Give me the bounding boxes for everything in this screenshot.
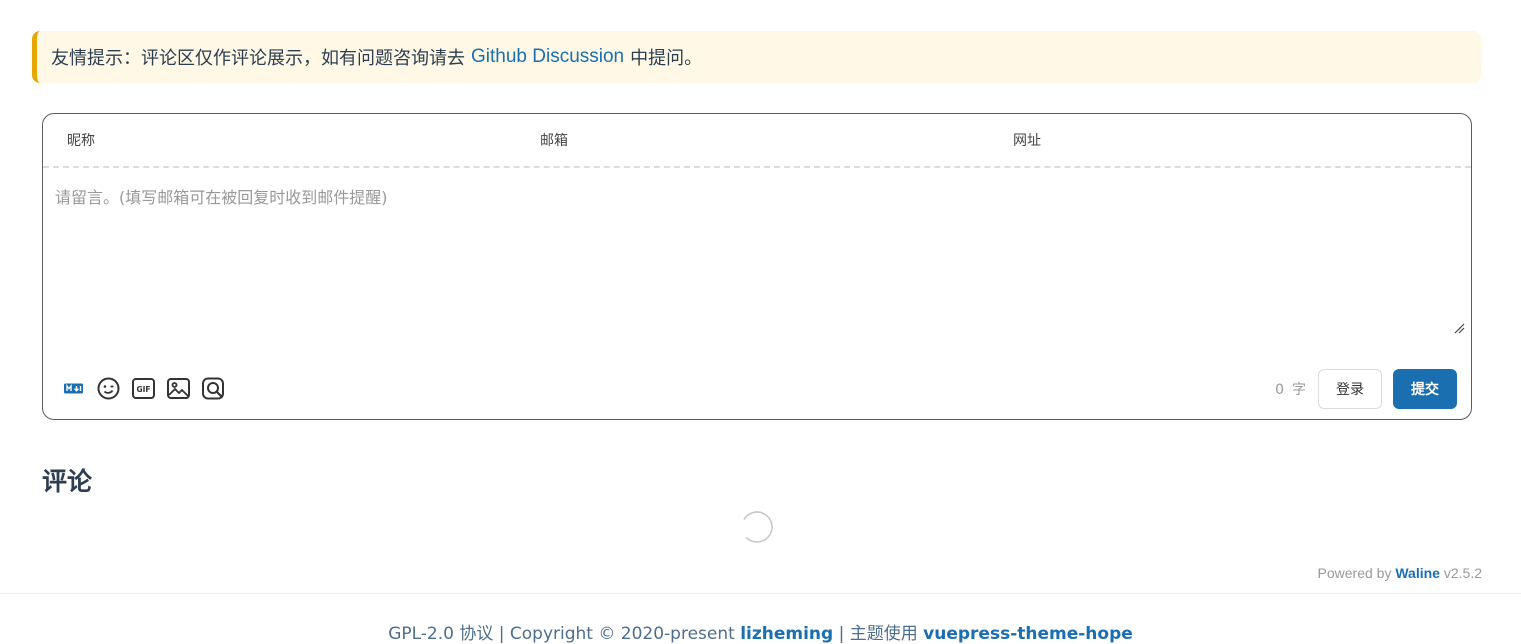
word-count-unit: 字 [1292,382,1306,398]
svg-text:GIF: GIF [136,385,150,394]
footer-theme-prefix: | 主题使用 [838,624,918,644]
powered-by: Powered by Waline v2.5.2 [1318,565,1482,581]
comments-title: 评论 [42,467,93,496]
word-count-value: 0 [1275,382,1284,398]
comment-form: 昵称 邮箱 网址 请留言。(填写邮箱可在被回复时收到邮件提醒) GIF 0 字 … [42,113,1472,420]
nick-label: 昵称 [67,133,95,149]
resize-handle-icon[interactable] [1453,322,1465,334]
gif-icon[interactable]: GIF [131,376,156,401]
footer-divider [0,593,1521,594]
waline-link[interactable]: Waline [1395,565,1440,581]
link-field[interactable]: 网址 [989,114,1462,166]
editor-toolbar: GIF [61,376,226,401]
page-footer: GPL-2.0 协议 | Copyright © 2020-present li… [0,619,1521,644]
author-link[interactable]: lizheming [740,624,833,644]
notice-suffix: 中提问。 [630,48,703,69]
github-discussion-link[interactable]: Github Discussion [471,46,624,68]
image-icon[interactable] [166,376,191,401]
powered-prefix: Powered by [1317,565,1392,581]
comment-form-header: 昵称 邮箱 网址 [43,114,1471,168]
preview-icon[interactable] [201,376,226,401]
theme-link[interactable]: vuepress-theme-hope [923,624,1133,644]
waline-version: v2.5.2 [1443,565,1482,581]
comment-editor[interactable]: 请留言。(填写邮箱可在被回复时收到邮件提醒) [55,184,388,208]
email-label: 邮箱 [540,133,568,149]
markdown-icon[interactable] [61,376,86,401]
nick-field[interactable]: 昵称 [43,114,516,166]
email-field[interactable]: 邮箱 [516,114,989,166]
form-actions: 0字 登录 提交 [1275,369,1457,409]
notice-prefix: 友情提示：评论区仅作评论展示，如有问题咨询请去 [51,48,465,69]
word-count: 0字 [1275,379,1306,399]
emoji-icon[interactable] [96,376,121,401]
footer-license: GPL-2.0 协议 | Copyright © 2020-present [388,624,735,644]
login-button[interactable]: 登录 [1318,369,1382,409]
link-label: 网址 [1013,133,1041,149]
submit-button[interactable]: 提交 [1393,369,1457,409]
editor-placeholder: 请留言。(填写邮箱可在被回复时收到邮件提醒) [55,188,388,207]
notice-banner: 友情提示：评论区仅作评论展示，如有问题咨询请去 Github Discussio… [32,31,1481,83]
loading-spinner-icon [741,511,773,543]
